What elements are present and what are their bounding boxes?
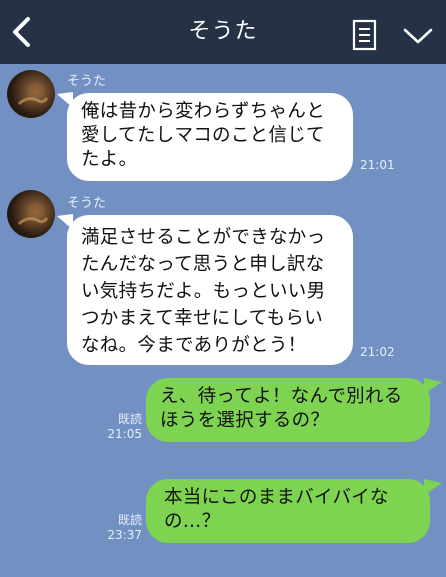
message-bubble-incoming: 俺は昔から変わらずちゃんと愛してたしマコのこと信じてたよ。 [67,93,353,181]
avatar-photo-icon [17,83,49,106]
message-bubble-outgoing: 本当にこのままバイバイなの…？ [146,479,430,543]
message-time: 21:02 [360,345,395,359]
expand-button[interactable] [401,24,435,48]
message-bubble-outgoing: え、待ってよ！なんで別れるほうを選択するの？ [146,378,430,442]
chat-header: そうた [0,0,446,64]
notes-icon [352,19,377,51]
message-time: 21:01 [360,158,395,172]
message-time: 21:05 [107,427,142,441]
bubble-tail [424,479,442,495]
chevron-down-icon [403,28,433,44]
avatar[interactable] [7,70,55,118]
avatar-photo-icon [17,203,49,226]
read-status: 既読 23:37 [102,513,142,543]
sender-name: そうた [67,196,107,211]
bubble-tail [424,378,442,394]
notes-button[interactable] [350,18,380,52]
avatar[interactable] [7,190,55,238]
read-status: 既読 21:05 [102,412,142,442]
read-label: 既読 [117,513,142,527]
read-label: 既読 [117,412,142,426]
sender-name: そうた [67,74,107,89]
message-bubble-incoming: 満足させることができなかったんだなって思うと申し訳ない気持ちだよ。もっといい男つ… [67,215,353,365]
message-time: 23:37 [107,528,142,542]
